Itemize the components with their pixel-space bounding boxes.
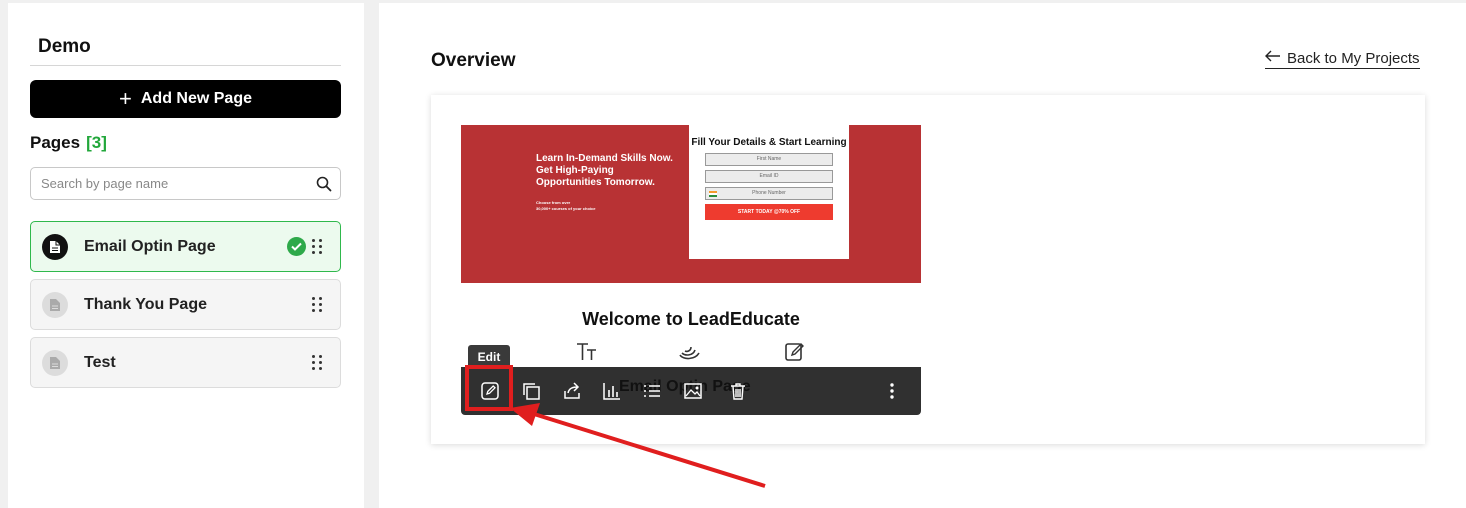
duplicate-icon[interactable]: [519, 379, 543, 403]
pages-heading: Pages [3]: [30, 133, 107, 153]
image-icon[interactable]: [681, 379, 705, 403]
add-new-page-button[interactable]: + Add New Page: [30, 80, 341, 118]
page-item-thank-you[interactable]: Thank You Page: [30, 279, 341, 330]
page-item-email-optin[interactable]: Email Optin Page: [30, 221, 341, 272]
main-panel: Overview Back to My Projects Learn In-De…: [379, 3, 1466, 508]
page-item-label: Email Optin Page: [84, 237, 216, 255]
drag-handle-icon[interactable]: [312, 297, 324, 312]
page-file-icon: [42, 291, 68, 318]
flag-icon: [709, 191, 717, 197]
hero-line: Learn In-Demand Skills Now.: [536, 153, 673, 164]
page-thumbnail[interactable]: Learn In-Demand Skills Now. Get High-Pay…: [461, 125, 921, 385]
preview-hero-headline: Learn In-Demand Skills Now. Get High-Pay…: [536, 153, 696, 189]
preview-welcome-heading: Welcome to LeadEducate: [582, 309, 800, 329]
share-icon[interactable]: [560, 379, 584, 403]
drag-handle-icon[interactable]: [312, 239, 324, 254]
preview-field: Email ID: [705, 170, 833, 183]
hero-line: Opportunities Tomorrow.: [536, 177, 655, 188]
search-icon[interactable]: [308, 168, 340, 199]
page-item-label: Thank You Page: [84, 295, 207, 313]
page-title: Overview: [431, 50, 516, 71]
preview-hero-sub: Choose from over 30,000+ courses of your…: [536, 200, 636, 212]
page-preview-card: Learn In-Demand Skills Now. Get High-Pay…: [431, 95, 1425, 444]
preview-field: First Name: [705, 153, 833, 166]
preview-feature-icons: [461, 341, 921, 365]
project-title: Demo: [38, 36, 91, 57]
text-size-icon: [575, 341, 599, 368]
search-box: [30, 167, 341, 200]
arrow-left-icon: [1265, 49, 1281, 67]
pages-count: [3]: [86, 133, 107, 152]
published-check-icon: [287, 237, 306, 256]
edit-note-icon: [783, 341, 807, 368]
page-file-icon: [42, 349, 68, 376]
drag-handle-icon[interactable]: [312, 355, 324, 370]
page-item-test[interactable]: Test: [30, 337, 341, 388]
analytics-icon[interactable]: [600, 379, 624, 403]
page-item-label: Test: [84, 353, 116, 371]
preview-form-title: Fill Your Details & Start Learning: [691, 137, 847, 148]
list-icon[interactable]: [640, 379, 664, 403]
page-action-toolbar: Email Optin Page: [461, 367, 921, 415]
search-input[interactable]: [31, 168, 308, 199]
preview-field-phone: Phone Number: [705, 187, 833, 200]
sidebar: Demo + Add New Page Pages [3] Email Optin…: [8, 3, 364, 508]
swirl-icon: [678, 341, 702, 368]
annotation-highlight-box: [465, 365, 513, 411]
hero-sub-line: 30,000+ courses of your choice: [536, 206, 596, 211]
back-link-label: Back to My Projects: [1287, 49, 1420, 67]
preview-field-label: Phone Number: [752, 190, 786, 196]
trash-icon[interactable]: [726, 379, 750, 403]
edit-tooltip: Edit: [468, 345, 510, 367]
page-file-icon: [42, 233, 68, 260]
hero-line: Get High-Paying: [536, 165, 614, 176]
preview-form: Fill Your Details & Start Learning First…: [689, 125, 849, 259]
divider: [30, 65, 341, 66]
back-to-projects-link[interactable]: Back to My Projects: [1265, 49, 1420, 69]
preview-hero: Learn In-Demand Skills Now. Get High-Pay…: [461, 125, 921, 283]
pages-heading-label: Pages: [30, 133, 81, 152]
plus-icon: +: [119, 86, 132, 111]
add-new-page-label: Add New Page: [140, 90, 252, 107]
more-vertical-icon[interactable]: [880, 379, 904, 403]
preview-form-button: START TODAY @70% OFF: [705, 204, 833, 220]
